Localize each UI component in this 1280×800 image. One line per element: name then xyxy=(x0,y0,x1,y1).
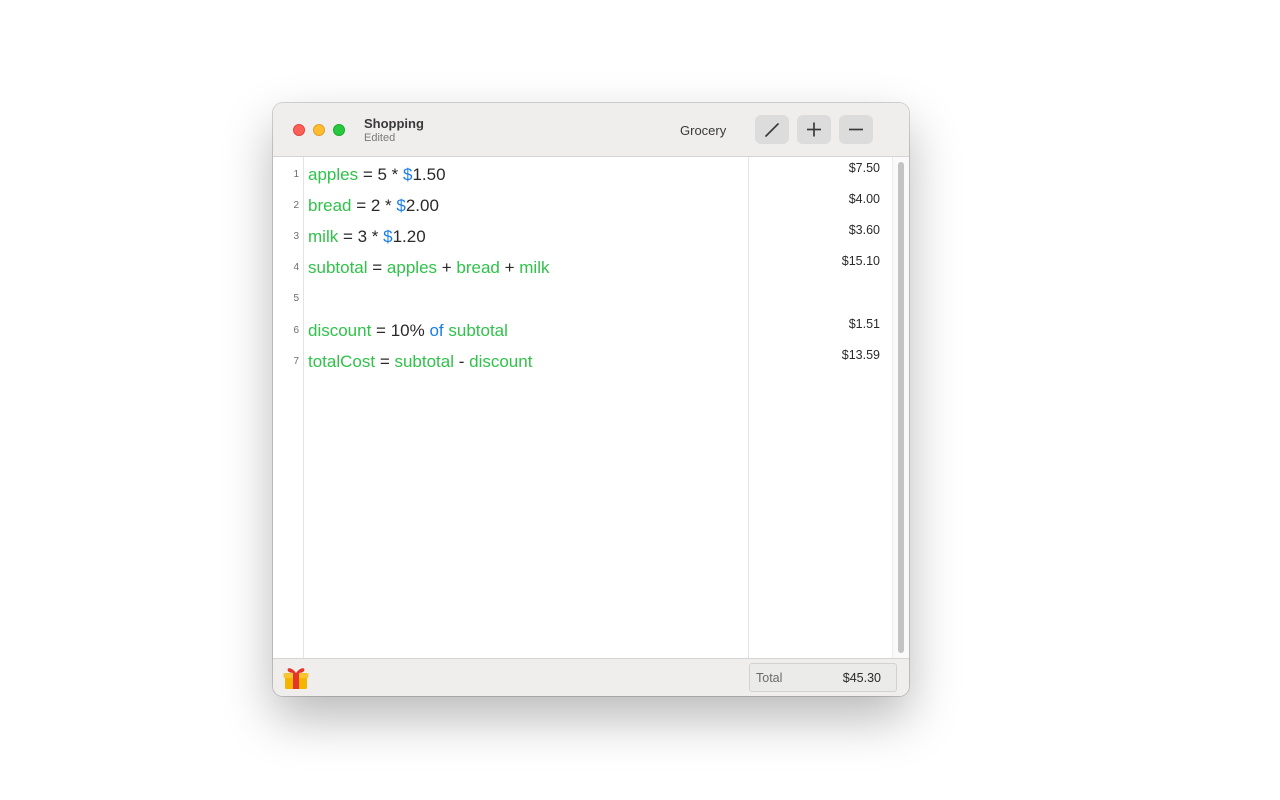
line-number: 4 xyxy=(293,262,299,273)
variable-reference: milk xyxy=(519,258,550,277)
line-number: 2 xyxy=(293,200,299,211)
line-number: 5 xyxy=(293,293,299,304)
variable-reference: subtotal xyxy=(394,352,455,371)
expression-text: = xyxy=(367,258,387,277)
line-result[interactable]: $15.10 xyxy=(842,254,880,268)
operator-text: - xyxy=(454,352,470,371)
code-line-7[interactable]: totalCost = subtotal - discount xyxy=(308,352,532,372)
add-button[interactable] xyxy=(797,115,831,144)
plus-icon xyxy=(807,122,821,137)
variable-reference: subtotal xyxy=(448,321,508,340)
app-window: Shopping Edited Grocery 1 2 3 4 5 6 7 ap… xyxy=(273,103,909,696)
line-result[interactable]: $1.51 xyxy=(849,317,880,331)
gift-icon[interactable] xyxy=(283,666,309,695)
variable-name: discount xyxy=(308,321,372,340)
pencil-icon xyxy=(765,123,779,137)
document-status: Edited xyxy=(364,132,396,144)
titlebar: Shopping Edited Grocery xyxy=(273,103,909,157)
code-line-1[interactable]: apples = 5 * $1.50 xyxy=(308,165,446,185)
total-value[interactable]: $45.30 xyxy=(843,671,881,685)
variable-reference: discount xyxy=(469,352,533,371)
line-result[interactable]: $3.60 xyxy=(849,223,880,237)
calculation-editor[interactable]: apples = 5 * $1.50 bread = 2 * $2.00 mil… xyxy=(304,157,748,658)
line-number-gutter: 1 2 3 4 5 6 7 xyxy=(273,157,304,658)
number-value: 1.20 xyxy=(392,227,426,246)
code-line-3[interactable]: milk = 3 * $1.20 xyxy=(308,227,426,247)
variable-name: subtotal xyxy=(308,258,368,277)
minus-icon xyxy=(849,128,863,131)
line-number: 6 xyxy=(293,325,299,336)
variable-name: milk xyxy=(308,227,339,246)
edit-button[interactable] xyxy=(755,115,789,144)
code-line-2[interactable]: bread = 2 * $2.00 xyxy=(308,196,439,216)
total-panel: Total $45.30 xyxy=(749,663,897,692)
variable-name: apples xyxy=(308,165,359,184)
operator-text: + xyxy=(499,258,520,277)
footer-bar: Total $45.30 xyxy=(273,658,909,696)
zoom-window-button[interactable] xyxy=(333,124,345,136)
number-value: 2.00 xyxy=(405,196,439,215)
expression-text: = 5 * xyxy=(358,165,403,184)
document-title[interactable]: Shopping xyxy=(364,116,424,131)
code-line-6[interactable]: discount = 10% of subtotal xyxy=(308,321,508,341)
line-result[interactable]: $13.59 xyxy=(842,348,880,362)
line-result[interactable]: $4.00 xyxy=(849,192,880,206)
remove-button[interactable] xyxy=(839,115,873,144)
minimize-window-button[interactable] xyxy=(313,124,325,136)
variable-reference: apples xyxy=(386,258,438,277)
line-number: 1 xyxy=(293,169,299,180)
close-window-button[interactable] xyxy=(293,124,305,136)
category-label[interactable]: Grocery xyxy=(680,123,726,138)
variable-name: bread xyxy=(308,196,352,215)
keyword-of: of xyxy=(429,321,444,340)
line-number: 3 xyxy=(293,231,299,242)
expression-text: = xyxy=(375,352,395,371)
vertical-scrollbar[interactable] xyxy=(892,157,909,658)
code-line-4[interactable]: subtotal = apples + bread + milk xyxy=(308,258,549,278)
expression-text: = 3 * xyxy=(338,227,384,246)
expression-text: = 2 * xyxy=(351,196,397,215)
expression-text: = 10% xyxy=(371,321,430,340)
number-value: 1.50 xyxy=(412,165,446,184)
variable-reference: bread xyxy=(456,258,500,277)
results-column: $7.50 $4.00 $3.60 $15.10 $1.51 $13.59 xyxy=(748,157,893,658)
currency-symbol: $ xyxy=(396,196,406,215)
scrollbar-thumb[interactable] xyxy=(898,162,904,653)
line-result[interactable]: $7.50 xyxy=(849,161,880,175)
total-label: Total xyxy=(756,671,783,685)
operator-text: + xyxy=(437,258,457,277)
variable-name: totalCost xyxy=(308,352,376,371)
currency-symbol: $ xyxy=(383,227,393,246)
line-number: 7 xyxy=(293,356,299,367)
